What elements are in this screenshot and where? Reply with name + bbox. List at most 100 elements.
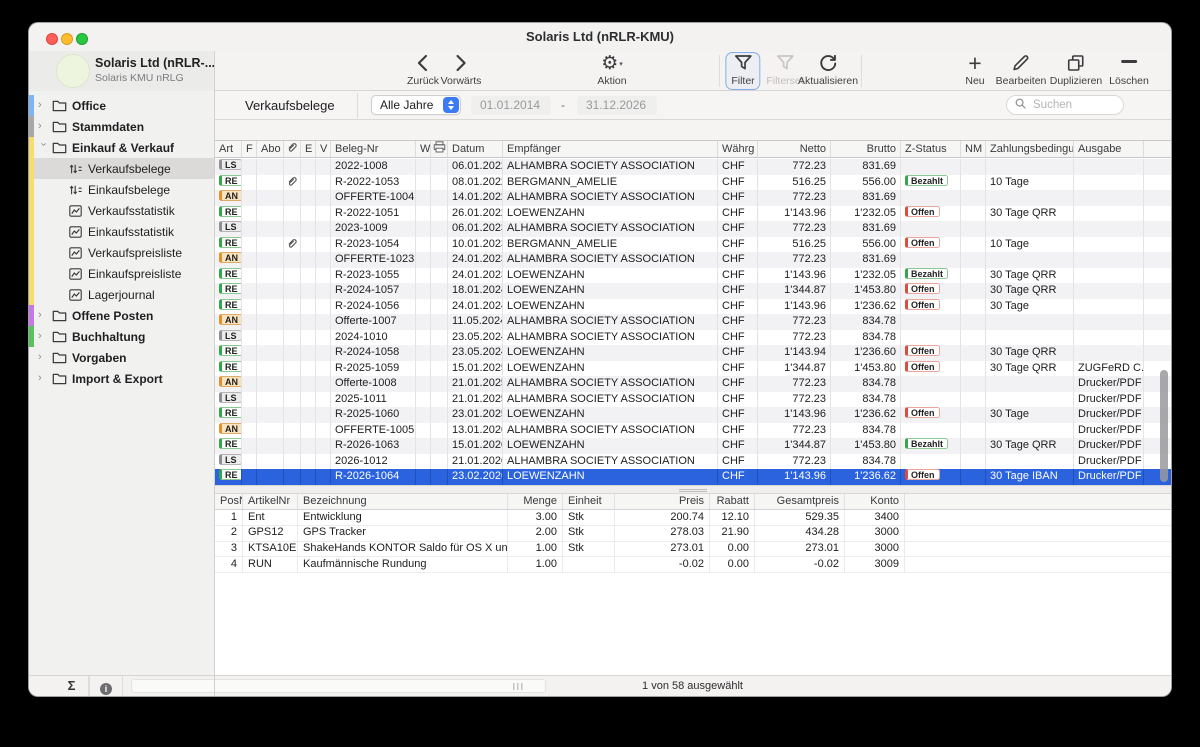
col-header-print[interactable]: [431, 141, 448, 157]
table-row[interactable]: LS2025-101121.01.2025ALHAMBRA SOCIETY AS…: [215, 392, 1171, 408]
disclosure-chevron-icon[interactable]: ›: [38, 347, 48, 368]
forward-button[interactable]: Vorwärts: [441, 53, 482, 88]
disclosure-chevron-icon[interactable]: ›: [38, 326, 48, 347]
detail-col-header-pos[interactable]: PosNr: [215, 494, 243, 509]
table-row[interactable]: RER-2024-105718.01.2024LOEWENZAHNCHF1'34…: [215, 283, 1171, 299]
table-row[interactable]: LS2022-100806.01.2022ALHAMBRA SOCIETY AS…: [215, 159, 1171, 175]
sidebar-item-buchhaltung[interactable]: ›Buchhaltung: [29, 326, 214, 347]
detail-col-header-rabatt[interactable]: Rabatt: [710, 494, 755, 509]
col-header-f[interactable]: F: [242, 141, 257, 157]
position-row[interactable]: 1EntEntwicklung3.00Stk200.7412.10529.353…: [215, 510, 1171, 526]
year-filter-select[interactable]: Alle Jahre: [371, 95, 461, 115]
new-button[interactable]: + Neu: [965, 53, 984, 88]
titlebar[interactable]: Solaris Ltd (nRLR-KMU): [29, 23, 1171, 51]
col-header-link[interactable]: [284, 141, 301, 157]
cell-link: [284, 392, 301, 408]
info-button[interactable]: i: [89, 676, 123, 696]
table-row[interactable]: RER-2026-106423.02.2026LOEWENZAHNCHF1'14…: [215, 469, 1171, 485]
col-header-ausgabe[interactable]: Ausgabe: [1074, 141, 1144, 157]
disclosure-chevron-icon[interactable]: ›: [33, 143, 54, 153]
sidebar-item-einkaufspreisliste[interactable]: Einkaufspreisliste: [29, 263, 214, 284]
position-row[interactable]: 3KTSA10EShakeHands KONTOR Saldo für OS X…: [215, 542, 1171, 558]
delete-button[interactable]: Löschen: [1109, 53, 1149, 88]
position-row[interactable]: 4RUNKaufmännische Rundung1.00-0.020.00-0…: [215, 557, 1171, 573]
detail-col-header-gesamt[interactable]: Gesamtpreis: [755, 494, 845, 509]
table-row[interactable]: ANOFFERTE-100414.01.2022ALHAMBRA SOCIETY…: [215, 190, 1171, 206]
sidebar-item-offene-posten[interactable]: ›Offene Posten: [29, 305, 214, 326]
detail-col-header-artikel[interactable]: ArtikelNr: [243, 494, 298, 509]
action-button[interactable]: ⚙▾ Aktion: [597, 53, 626, 88]
close-button[interactable]: [46, 33, 58, 45]
table-row[interactable]: ANOfferte-100821.01.2025ALHAMBRA SOCIETY…: [215, 376, 1171, 392]
table-row[interactable]: LS2023-100906.01.2023ALHAMBRA SOCIETY AS…: [215, 221, 1171, 237]
company-header[interactable]: Solaris Ltd (nRLR-... Solaris KMU nRLG: [29, 51, 214, 91]
table-row[interactable]: ANOfferte-100711.05.2024ALHAMBRA SOCIETY…: [215, 314, 1171, 330]
sidebar-item-vorgaben[interactable]: ›Vorgaben: [29, 347, 214, 368]
edit-button[interactable]: Bearbeiten: [996, 53, 1047, 88]
table-row[interactable]: RER-2025-106023.01.2025LOEWENZAHNCHF1'14…: [215, 407, 1171, 423]
detail-col-header-konto[interactable]: Konto: [845, 494, 905, 509]
date-from-field[interactable]: 01.01.2014: [471, 96, 551, 115]
col-header-zahlung[interactable]: Zahlungsbedingu...: [986, 141, 1074, 157]
sidebar-item-verkaufspreisliste[interactable]: Verkaufspreisliste: [29, 242, 214, 263]
table-row[interactable]: RER-2022-105126.01.2022LOEWENZAHNCHF1'14…: [215, 206, 1171, 222]
table-row[interactable]: RER-2026-106315.01.2026LOEWENZAHNCHF1'34…: [215, 438, 1171, 454]
sidebar-item-stammdaten[interactable]: ›Stammdaten: [29, 116, 214, 137]
filter-button[interactable]: Filter: [725, 52, 760, 90]
back-button[interactable]: Zurück: [407, 53, 439, 88]
col-header-nm[interactable]: NM: [961, 141, 986, 157]
col-header-zstatus[interactable]: Z-Status: [901, 141, 961, 157]
refresh-button[interactable]: Aktualisieren: [798, 53, 858, 88]
detail-col-header-einheit[interactable]: Einheit: [563, 494, 615, 509]
zoom-button[interactable]: [76, 33, 88, 45]
col-header-v[interactable]: V: [316, 141, 331, 157]
col-header-beleg[interactable]: Beleg-Nr: [331, 141, 416, 157]
sidebar-item-lagerjournal[interactable]: Lagerjournal: [29, 284, 214, 305]
sum-button[interactable]: Σ: [55, 676, 89, 696]
col-header-waehrung[interactable]: Währg: [718, 141, 758, 157]
table-row[interactable]: RER-2025-105915.01.2025LOEWENZAHNCHF1'34…: [215, 361, 1171, 377]
col-header-fill[interactable]: [1144, 141, 1172, 157]
search-input[interactable]: [1031, 98, 1116, 112]
detail-col-header-bez[interactable]: Bezeichnung: [298, 494, 508, 509]
duplicate-button[interactable]: Duplizieren: [1050, 53, 1103, 88]
pane-splitter[interactable]: [215, 485, 1171, 494]
col-header-empf[interactable]: Empfänger: [503, 141, 718, 157]
col-header-netto[interactable]: Netto: [758, 141, 831, 157]
date-to-field[interactable]: 31.12.2026: [577, 96, 657, 115]
table-row[interactable]: RER-2024-105823.05.2024LOEWENZAHNCHF1'14…: [215, 345, 1171, 361]
col-header-art[interactable]: Art: [215, 141, 242, 157]
sidebar-item-verkaufsbelege[interactable]: Verkaufsbelege: [29, 158, 214, 179]
col-header-datum[interactable]: Datum: [448, 141, 503, 157]
sidebar-item-office[interactable]: ›Office: [29, 95, 214, 116]
sidebar-item-import-export[interactable]: ›Import & Export: [29, 368, 214, 389]
splitter-grip-icon[interactable]: [679, 489, 707, 492]
vertical-scrollbar[interactable]: [1160, 370, 1168, 482]
position-row[interactable]: 2GPS12GPS Tracker2.00Stk278.0321.90434.2…: [215, 526, 1171, 542]
disclosure-chevron-icon[interactable]: ›: [38, 305, 48, 326]
disclosure-chevron-icon[interactable]: ›: [38, 95, 48, 116]
table-row[interactable]: RER-2022-105308.01.2022BERGMANN_AMELIECH…: [215, 175, 1171, 191]
detail-col-header-menge[interactable]: Menge: [508, 494, 563, 509]
disclosure-chevron-icon[interactable]: ›: [38, 368, 48, 389]
table-row[interactable]: LS2026-101221.01.2026ALHAMBRA SOCIETY AS…: [215, 454, 1171, 470]
table-row[interactable]: RER-2023-105410.01.2023BERGMANN_AMELIECH…: [215, 237, 1171, 253]
disclosure-chevron-icon[interactable]: ›: [38, 116, 48, 137]
sidebar-item-einkaufsstatistik[interactable]: Einkaufsstatistik: [29, 221, 214, 242]
table-row[interactable]: LS2024-101023.05.2024ALHAMBRA SOCIETY AS…: [215, 330, 1171, 346]
table-row[interactable]: RER-2023-105524.01.2023LOEWENZAHNCHF1'14…: [215, 268, 1171, 284]
detail-col-header-preis[interactable]: Preis: [615, 494, 710, 509]
table-row[interactable]: RER-2024-105624.01.2024LOEWENZAHNCHF1'14…: [215, 299, 1171, 315]
col-header-abo[interactable]: Abo: [257, 141, 284, 157]
col-header-brutto[interactable]: Brutto: [831, 141, 901, 157]
table-row[interactable]: ANOFFERTE-100513.01.2026ALHAMBRA SOCIETY…: [215, 423, 1171, 439]
search-field[interactable]: [1006, 95, 1124, 115]
sidebar-divider[interactable]: [214, 51, 215, 696]
sidebar-item-einkauf-verkauf[interactable]: ›Einkauf & Verkauf: [29, 137, 214, 158]
col-header-w[interactable]: W: [416, 141, 431, 157]
table-row[interactable]: ANOFFERTE-102324.01.2023ALHAMBRA SOCIETY…: [215, 252, 1171, 268]
col-header-e[interactable]: E: [301, 141, 316, 157]
sidebar-item-verkaufsstatistik[interactable]: Verkaufsstatistik: [29, 200, 214, 221]
minimize-button[interactable]: [61, 33, 73, 45]
sidebar-item-einkaufsbelege[interactable]: Einkaufsbelege: [29, 179, 214, 200]
